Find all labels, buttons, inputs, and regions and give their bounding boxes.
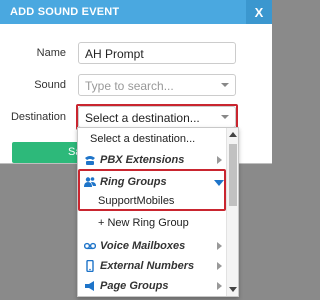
dropdown-scrollbar[interactable] xyxy=(226,128,238,296)
group-label: External Numbers xyxy=(100,260,195,272)
new-ring-group-link[interactable]: + New Ring Group xyxy=(98,217,238,229)
name-label: Name xyxy=(36,47,66,59)
voicemail-icon xyxy=(84,242,96,250)
chevron-down-icon xyxy=(221,83,229,87)
scrollbar-thumb[interactable] xyxy=(229,144,237,206)
destination-label: Destination xyxy=(10,111,66,123)
dialog-titlebar: ADD SOUND EVENT X xyxy=(0,0,272,24)
option-select-destination[interactable]: Select a destination... xyxy=(90,130,238,148)
name-field[interactable]: AH Prompt xyxy=(78,42,236,64)
group-label: Page Groups xyxy=(100,280,169,292)
screen: ADD SOUND EVENT X Name AH Prompt Sound T… xyxy=(0,0,272,300)
phone-icon xyxy=(85,156,95,165)
chevron-right-icon xyxy=(217,282,222,290)
group-label: PBX Extensions xyxy=(100,154,185,166)
scroll-down-icon[interactable] xyxy=(229,287,237,292)
group-label: Voice Mailboxes xyxy=(100,240,186,252)
close-button[interactable]: X xyxy=(246,0,272,24)
sound-search-input[interactable]: Type to search... xyxy=(78,74,236,96)
scroll-up-icon[interactable] xyxy=(229,132,237,137)
mobile-phone-icon xyxy=(86,260,94,272)
ring-groups-highlight-box xyxy=(78,169,226,211)
megaphone-icon xyxy=(85,281,94,291)
dialog-title: ADD SOUND EVENT xyxy=(10,6,120,18)
group-page-groups[interactable]: Page Groups xyxy=(78,276,226,296)
destination-dropdown-list: Select a destination... PBX Extensions R… xyxy=(77,127,239,297)
group-voice-mailboxes[interactable]: Voice Mailboxes xyxy=(78,236,226,256)
sound-search-placeholder: Type to search... xyxy=(85,79,174,93)
group-external-numbers[interactable]: External Numbers xyxy=(78,256,226,276)
chevron-right-icon xyxy=(217,156,222,164)
sound-label: Sound xyxy=(34,79,66,91)
save-button[interactable]: Sa xyxy=(12,142,86,163)
chevron-right-icon xyxy=(217,262,222,270)
chevron-right-icon xyxy=(217,242,222,250)
group-pbx-extensions[interactable]: PBX Extensions xyxy=(78,150,226,170)
